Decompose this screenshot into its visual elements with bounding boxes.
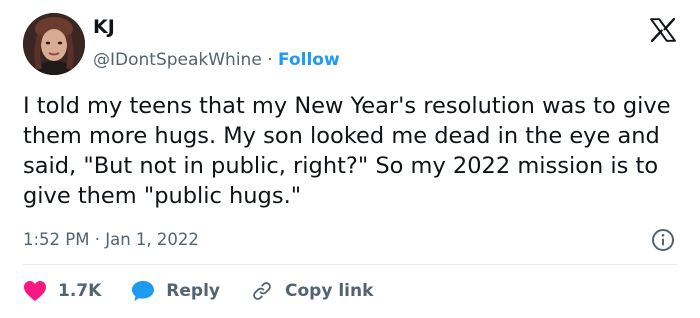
heart-icon: [24, 281, 46, 301]
like-button[interactable]: 1.7K: [23, 280, 101, 302]
handle-separator: ·: [261, 50, 279, 70]
author-name[interactable]: KJ: [93, 16, 115, 38]
tweet-text: I told my teens that my New Year's resol…: [23, 93, 671, 209]
follow-button[interactable]: Follow: [278, 50, 340, 70]
tweet-timestamp[interactable]: 1:52 PM · Jan 1, 2022: [23, 229, 199, 251]
speech-bubble-icon: [132, 281, 155, 301]
copy-link-button[interactable]: Copy link: [250, 280, 373, 302]
like-count: 1.7K: [58, 281, 102, 301]
link-icon: [253, 282, 271, 300]
reply-label: Reply: [166, 281, 220, 301]
author-handle-row: @IDontSpeakWhine · Follow: [93, 49, 340, 71]
author-handle[interactable]: @IDontSpeakWhine: [93, 50, 262, 70]
avatar-image: [23, 13, 85, 75]
divider: [23, 264, 677, 265]
copy-link-label: Copy link: [285, 281, 374, 301]
x-logo-icon[interactable]: [650, 18, 676, 42]
tweet-card: KJ @IDontSpeakWhine · Follow I told my t…: [0, 0, 700, 318]
reply-button[interactable]: Reply: [131, 280, 220, 302]
info-icon[interactable]: [651, 228, 675, 252]
avatar[interactable]: [23, 13, 85, 75]
action-bar: 1.7K Reply Copy link: [23, 278, 403, 304]
